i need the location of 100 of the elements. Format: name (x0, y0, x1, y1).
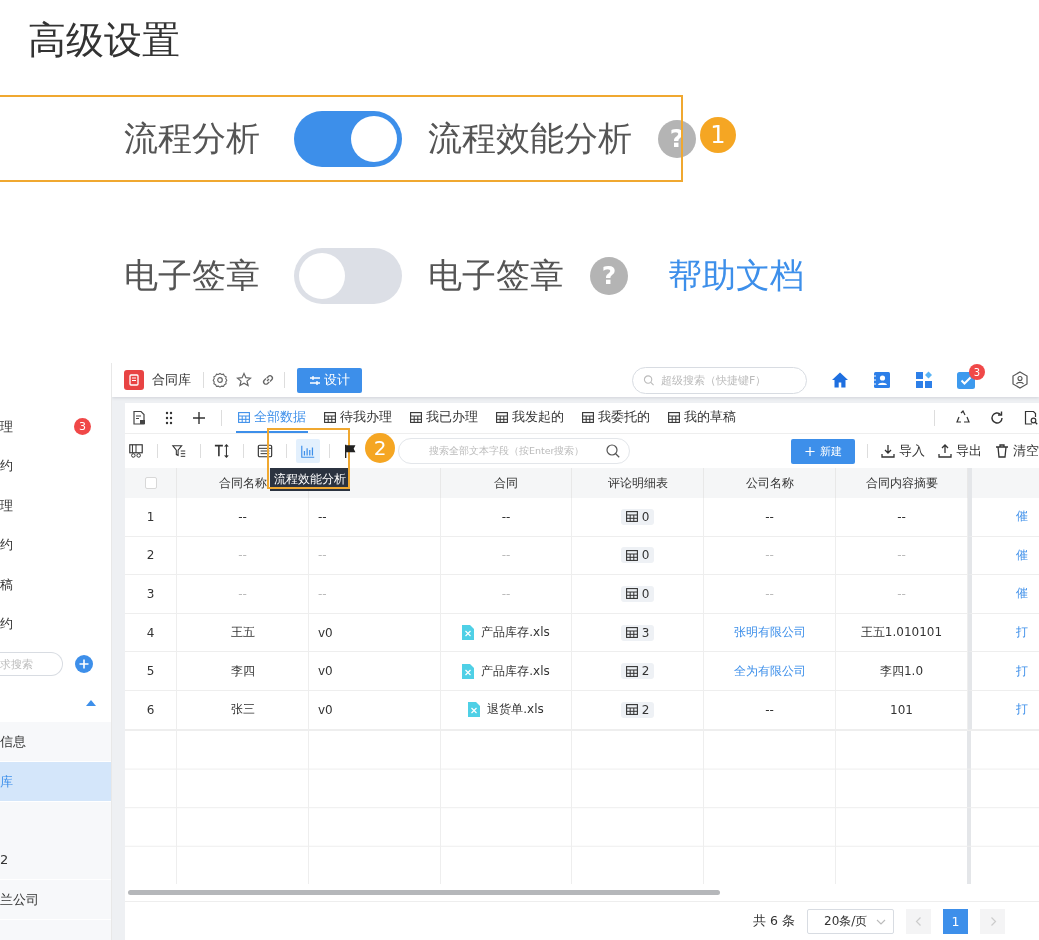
table-cell: -- (177, 575, 309, 614)
apps-icon[interactable] (915, 371, 933, 389)
contact-card-icon[interactable] (873, 371, 891, 389)
table-icon (668, 411, 680, 423)
comment-count[interactable]: 2 (620, 663, 655, 680)
view-tab[interactable]: 全部数据 (236, 403, 308, 433)
view-tab[interactable]: 我发起的 (494, 403, 566, 433)
table-icon (496, 411, 508, 423)
table-cell: -- (441, 498, 572, 537)
plus-icon (804, 445, 816, 457)
comment-count[interactable]: 0 (620, 508, 655, 525)
comment-count[interactable]: 0 (620, 586, 655, 602)
filter-icon[interactable] (171, 443, 187, 459)
layout-icon[interactable] (128, 443, 144, 459)
column-header: 合同内容摘要 (836, 468, 968, 498)
search-icon (605, 443, 621, 459)
sidebar-item[interactable]: 理 (0, 496, 13, 515)
star-icon[interactable] (236, 372, 252, 388)
table-cell: -- (441, 536, 572, 576)
view-tab[interactable]: 我委托的 (580, 403, 652, 433)
document-search-icon[interactable] (1023, 410, 1039, 426)
sidebar-item[interactable]: 2 (0, 840, 111, 880)
callout-number: 1 (700, 117, 736, 153)
user-hexagon-icon[interactable] (1011, 371, 1029, 389)
row-number: 3 (125, 575, 177, 614)
setting-description: 电子签章 (428, 253, 564, 297)
table-cell: -- (309, 498, 441, 537)
clear-button[interactable]: 清空 (994, 442, 1039, 460)
settings-icon[interactable] (212, 372, 228, 388)
add-icon[interactable] (191, 410, 207, 426)
comment-count[interactable]: 3 (620, 624, 655, 641)
action-link[interactable]: 催 (1016, 546, 1028, 564)
table-cell: 李四1.0 (836, 652, 968, 691)
action-link[interactable]: 打 (1016, 624, 1028, 642)
view-tab[interactable]: 待我办理 (322, 403, 394, 433)
page-size-select[interactable]: 20条/页 (807, 908, 894, 934)
select-all-checkbox[interactable] (144, 477, 157, 489)
table-icon (625, 549, 638, 561)
download-icon (880, 443, 896, 459)
action-link[interactable]: 打 (1016, 701, 1028, 719)
table-icon (625, 588, 638, 600)
sidebar-item[interactable]: 约 (0, 536, 13, 555)
action-link[interactable]: 催 (1016, 508, 1028, 526)
table-cell: 张三 (177, 690, 309, 730)
text-height-icon[interactable] (214, 443, 230, 459)
row-number: 4 (125, 613, 177, 653)
link-icon[interactable] (260, 372, 276, 388)
action-link[interactable]: 打 (1016, 662, 1028, 680)
app-name: 合同库 (152, 371, 191, 389)
table-cell: -- (704, 575, 836, 614)
table-cell: -- (836, 575, 968, 614)
sidebar-item[interactable]: 理 (0, 417, 13, 436)
section-title: 高级设置 (27, 17, 181, 64)
window-icon[interactable] (257, 443, 273, 459)
notification-badge: 3 (969, 364, 985, 380)
export-button[interactable]: 导出 (937, 442, 982, 460)
locked-document-icon[interactable] (131, 410, 147, 426)
recycle-icon[interactable] (955, 410, 971, 426)
count-badge: 3 (74, 418, 91, 436)
table-cell: -- (704, 536, 836, 576)
task-check-icon[interactable] (957, 371, 975, 389)
table-icon (324, 411, 336, 423)
row-number: 2 (125, 536, 177, 576)
caret-icon[interactable] (86, 700, 96, 706)
add-icon[interactable] (75, 655, 93, 673)
upload-icon (937, 443, 953, 459)
comment-count[interactable]: 0 (620, 547, 655, 564)
refresh-icon[interactable] (989, 410, 1005, 426)
table-cell: 王五 (177, 613, 309, 653)
sidebar-item[interactable]: 约 (0, 615, 13, 634)
horizontal-scrollbar[interactable] (128, 890, 720, 896)
action-link[interactable]: 催 (1016, 585, 1028, 603)
table-cell: -- (309, 536, 441, 576)
table-cell: -- (177, 498, 309, 537)
file-link[interactable]: 产品库存.xls (481, 624, 550, 642)
company-link[interactable]: 全为有限公司 (733, 662, 806, 680)
setting-description: 流程效能分析 (428, 116, 632, 160)
row-number: 6 (125, 690, 177, 730)
sidebar-item[interactable]: 约 (0, 457, 13, 476)
excel-file-icon (468, 702, 481, 718)
table-cell: -- (836, 536, 968, 576)
table-icon (410, 411, 422, 423)
file-link[interactable]: 退货单.xls (487, 701, 544, 719)
total-count: 共 6 条 (753, 912, 795, 930)
sidebar-item[interactable]: 稿 (0, 575, 13, 594)
view-tab[interactable]: 我的草稿 (666, 403, 738, 433)
import-button[interactable]: 导入 (880, 442, 925, 460)
column-header: 合同 (441, 468, 572, 498)
sliders-icon (309, 374, 321, 386)
table-cell: -- (836, 498, 968, 537)
company-link[interactable]: 张明有限公司 (733, 624, 806, 642)
table-cell: v0 (309, 690, 441, 730)
search-field[interactable]: 求搜索 (0, 652, 63, 676)
comment-count[interactable]: 2 (620, 701, 655, 718)
table-cell: -- (309, 575, 441, 614)
sidebar-item[interactable]: 兰公司 (0, 880, 111, 920)
file-link[interactable]: 产品库存.xls (481, 662, 550, 680)
view-tab[interactable]: 我已办理 (408, 403, 480, 433)
home-icon[interactable] (831, 371, 849, 389)
table-icon (625, 665, 638, 677)
